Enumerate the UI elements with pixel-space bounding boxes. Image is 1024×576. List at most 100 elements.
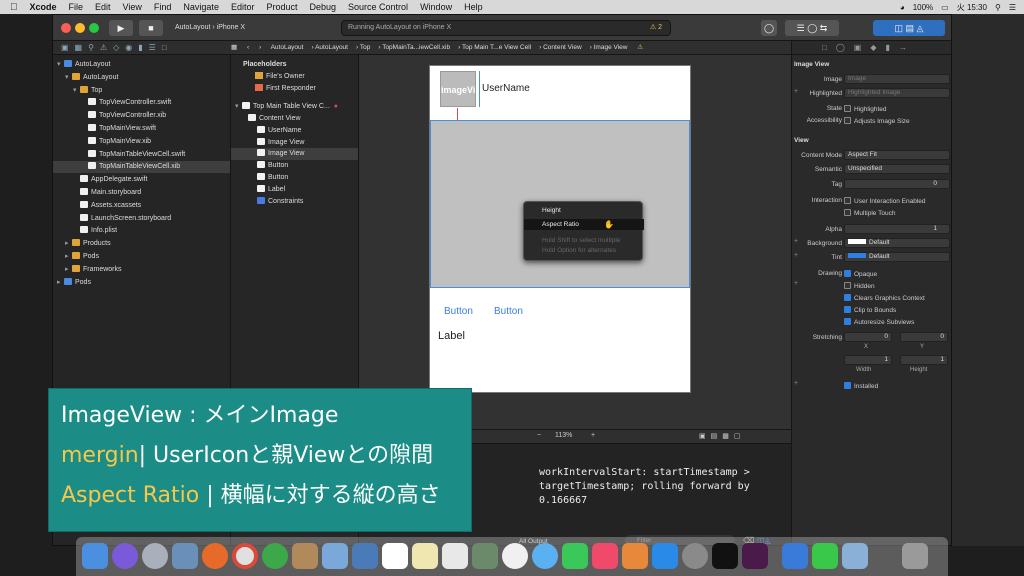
button-1[interactable]: Button: [444, 306, 473, 317]
content-mode-select[interactable]: Aspect Fit: [844, 150, 950, 160]
zoom-window-button[interactable]: [89, 23, 99, 33]
spotlight-icon[interactable]: ⚲: [995, 3, 1001, 12]
inspector-tabs[interactable]: □◯▣◆▮→: [792, 41, 951, 55]
forward-icon[interactable]: ›: [259, 44, 261, 51]
menu-window[interactable]: Window: [420, 2, 452, 12]
outline-item[interactable]: Content View: [231, 113, 358, 125]
menu-navigate[interactable]: Navigate: [183, 2, 219, 12]
jump-grid-icon[interactable]: ▦: [231, 44, 237, 51]
warning-icon[interactable]: ⚠ 2: [650, 21, 662, 35]
system-preferences-icon[interactable]: [682, 543, 708, 569]
navigator-item[interactable]: ▸ Frameworks: [53, 264, 230, 276]
menu-product[interactable]: Product: [266, 2, 297, 12]
music-icon[interactable]: [592, 543, 618, 569]
run-button[interactable]: ▶: [109, 20, 133, 36]
scheme-selector[interactable]: AutoLayout › iPhone X: [175, 21, 285, 35]
disclosure-icon[interactable]: ▸: [65, 251, 72, 263]
outline-root[interactable]: ▾ Top Main Table View C... ●: [235, 101, 338, 113]
jump-item-4[interactable]: TopMainTa...iewCell.xib: [382, 44, 450, 51]
facetime-icon[interactable]: [562, 543, 588, 569]
user-interaction-checkbox[interactable]: User Interaction Enabled: [844, 197, 926, 205]
photos-icon[interactable]: [502, 543, 528, 569]
notification-center-icon[interactable]: ☰: [1009, 3, 1016, 12]
back-icon[interactable]: ‹: [247, 44, 249, 51]
outline-first-responder[interactable]: First Responder: [255, 83, 316, 95]
apple-menu-icon[interactable]: : [10, 2, 18, 13]
menu-view[interactable]: View: [123, 2, 142, 12]
navigator-item[interactable]: TopMainView.swift: [53, 123, 230, 135]
navigator-item[interactable]: LaunchScreen.storyboard: [53, 213, 230, 225]
navigator-item[interactable]: TopViewController.xib: [53, 110, 230, 122]
downloads-folder-icon[interactable]: [782, 543, 808, 569]
installed-checkbox[interactable]: Installed: [844, 382, 878, 390]
zoom-in-button[interactable]: +: [591, 432, 595, 439]
jump-item-5[interactable]: Top Main T...e View Cell: [462, 44, 531, 51]
tint-select[interactable]: Default: [844, 252, 950, 262]
firefox-icon[interactable]: [202, 543, 228, 569]
popup-item-height[interactable]: Height: [524, 205, 644, 216]
close-window-button[interactable]: [61, 23, 71, 33]
disclosure-icon[interactable]: ▸: [65, 264, 72, 276]
adjusts-image-size-checkbox[interactable]: Adjusts Image Size: [844, 117, 910, 125]
background-select[interactable]: Default: [844, 238, 950, 248]
semantic-select[interactable]: Unspecified: [844, 164, 950, 174]
notes-app-icon[interactable]: [292, 543, 318, 569]
outline-item[interactable]: Button: [231, 172, 358, 184]
disclosure-icon[interactable]: ▾: [65, 72, 72, 84]
line-icon[interactable]: [812, 543, 838, 569]
evernote-icon[interactable]: [262, 543, 288, 569]
image-app-icon[interactable]: [322, 543, 348, 569]
popup-item-aspect-ratio[interactable]: Aspect Ratio: [524, 219, 644, 230]
jump-item-7[interactable]: Image View: [594, 44, 628, 51]
books-icon[interactable]: [622, 543, 648, 569]
state-highlighted-checkbox[interactable]: Highlighted: [844, 105, 887, 113]
menu-editor[interactable]: Editor: [231, 2, 255, 12]
menu-help[interactable]: Help: [464, 2, 483, 12]
maps-icon[interactable]: [472, 543, 498, 569]
calendar-icon[interactable]: [382, 543, 408, 569]
clock[interactable]: 火 15:30: [957, 2, 987, 13]
highlighted-image-field[interactable]: Highlighted Image: [844, 88, 950, 98]
label[interactable]: Label: [438, 330, 465, 342]
clears-graphics-context-checkbox[interactable]: Clears Graphics Context: [844, 294, 925, 302]
stop-button[interactable]: ■: [139, 20, 163, 36]
menu-edit[interactable]: Edit: [95, 2, 111, 12]
battery-percent[interactable]: 100%: [913, 3, 933, 12]
editor-mode-control[interactable]: ☰ ◯ ⇆: [785, 20, 839, 36]
navigator-item[interactable]: Info.plist: [53, 225, 230, 237]
trash-can-icon[interactable]: [902, 543, 928, 569]
outline-item[interactable]: Image View: [231, 137, 358, 149]
zoom-out-button[interactable]: −: [537, 432, 541, 439]
menu-find[interactable]: Find: [154, 2, 172, 12]
multiple-touch-checkbox[interactable]: Multiple Touch: [844, 209, 895, 217]
navigator-item[interactable]: TopMainView.xib: [53, 136, 230, 148]
stretch-y-field[interactable]: 0: [900, 332, 948, 342]
navigator-item[interactable]: Assets.xcassets: [53, 200, 230, 212]
hidden-checkbox[interactable]: Hidden: [844, 282, 875, 290]
button-2[interactable]: Button: [494, 306, 523, 317]
menu-debug[interactable]: Debug: [310, 2, 337, 12]
panel-toggle-control[interactable]: ◫ ▤ ◬: [873, 20, 945, 36]
navigator-item[interactable]: ▸ Pods: [53, 277, 230, 289]
navigator-item[interactable]: TopMainTableViewCell.swift: [53, 149, 230, 161]
add-installed-variation-icon[interactable]: +: [794, 380, 798, 387]
image-field[interactable]: Image: [844, 74, 950, 84]
terminal-icon[interactable]: [712, 543, 738, 569]
disclosure-icon[interactable]: ▸: [65, 238, 72, 250]
finder-icon[interactable]: [82, 543, 108, 569]
outline-item[interactable]: Label: [231, 184, 358, 196]
screenshot-icon[interactable]: [842, 543, 868, 569]
jump-item-6[interactable]: Content View: [543, 44, 582, 51]
outline-files-owner[interactable]: File's Owner: [255, 71, 305, 83]
stretch-height-field[interactable]: 1: [900, 355, 948, 365]
siri-icon[interactable]: [112, 543, 138, 569]
navigator-item[interactable]: TopViewController.swift: [53, 97, 230, 109]
navigator-item[interactable]: ▾ Top: [53, 85, 230, 97]
xcode-dock-icon[interactable]: [352, 543, 378, 569]
outline-item[interactable]: Constraints: [231, 196, 358, 208]
disclosure-icon[interactable]: ▾: [57, 59, 64, 71]
opaque-checkbox[interactable]: Opaque: [844, 270, 877, 278]
app-menu[interactable]: Xcode: [30, 2, 57, 12]
jump-warning-icon[interactable]: ⚠: [637, 44, 643, 51]
user-icon-image-view[interactable]: imageVi: [440, 71, 476, 107]
